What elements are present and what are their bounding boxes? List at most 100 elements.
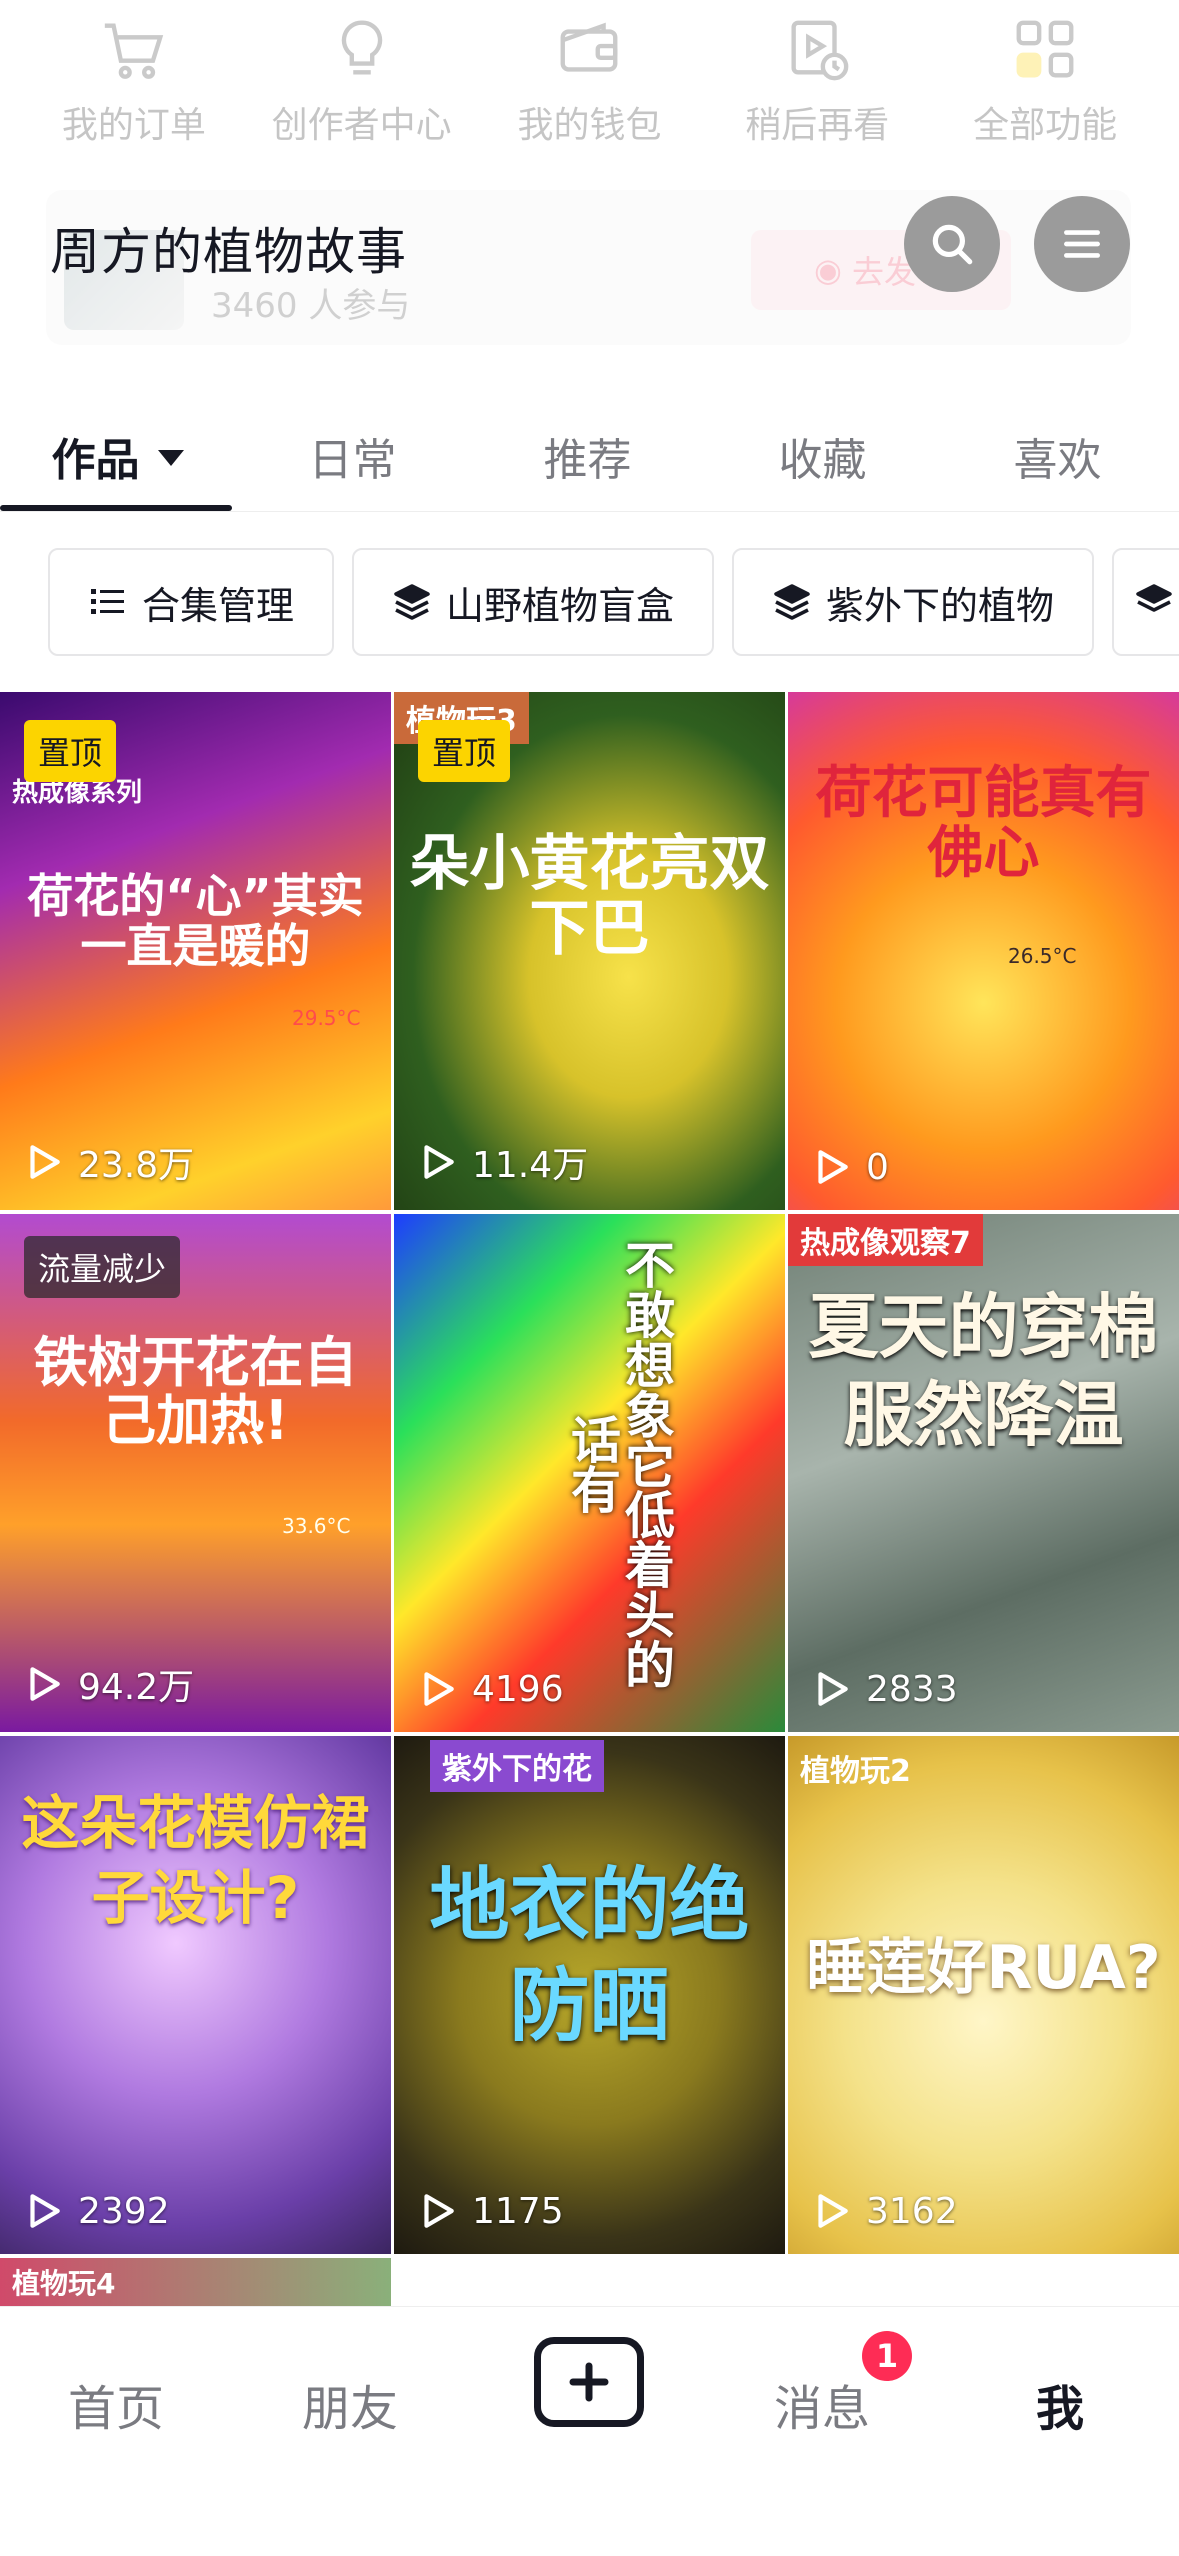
- video-thumbnail[interactable]: 植物玩2 睡莲好RUA? 3162: [788, 1736, 1179, 2254]
- quick-action-label: 我的订单: [61, 105, 206, 146]
- quick-action-label: 全部功能: [973, 105, 1118, 146]
- nav-home[interactable]: 首页: [68, 2369, 164, 2439]
- play-icon: [30, 2194, 60, 2228]
- menu-icon: [1064, 230, 1100, 258]
- play-icon: [424, 2194, 454, 2228]
- camera-icon: ◉: [814, 251, 842, 289]
- play-icon: [30, 1667, 60, 1701]
- play-icon: [818, 1150, 848, 1184]
- list-icon: [91, 589, 124, 614]
- search-button[interactable]: [904, 196, 1000, 292]
- profile-tabs: 作品 日常 推荐 收藏 喜欢: [0, 400, 1179, 512]
- quick-action-orders[interactable]: 我的订单: [29, 0, 239, 170]
- video-caption: 荷花可能真有佛心: [815, 761, 1152, 887]
- video-thumbnail[interactable]: 这朵花模仿裙子设计? 2392: [0, 1736, 391, 2254]
- tab-recommend[interactable]: 推荐: [470, 400, 705, 511]
- video-thumbnail[interactable]: 不敢想象它低着头的话有 4196: [394, 1214, 785, 1732]
- plus-icon: [569, 2362, 609, 2402]
- play-icon: [818, 2194, 848, 2228]
- collection-chips: 合集管理 山野植物盲盒 紫外下的植物: [48, 548, 1179, 656]
- play-icon: [424, 1145, 454, 1179]
- video-caption: 不敢想象它低着头的话有: [563, 1239, 675, 1689]
- play-count: 0: [810, 1146, 889, 1188]
- video-thumbnail[interactable]: 荷花可能真有佛心 26.5°C 0: [788, 692, 1179, 1210]
- play-count: 11.4万: [416, 1136, 588, 1188]
- play-count-value: 94.2万: [78, 1667, 195, 1708]
- video-thumbnail[interactable]: 热成像观察7 夏天的穿棉服然降温 2833: [788, 1214, 1179, 1732]
- play-count-value: 23.8万: [78, 1145, 195, 1186]
- chip-label: 合集管理: [142, 583, 295, 628]
- temperature-readout: 33.6°C: [282, 1514, 351, 1538]
- play-count-value: 3162: [866, 2190, 958, 2232]
- nav-friends[interactable]: 朋友: [302, 2369, 398, 2439]
- tab-daily[interactable]: 日常: [235, 400, 470, 511]
- tab-likes[interactable]: 喜欢: [940, 400, 1175, 511]
- tab-label: 推荐: [543, 434, 632, 486]
- play-count: 2833: [810, 1668, 958, 1710]
- tab-favorites[interactable]: 收藏: [705, 400, 940, 511]
- quick-action-label: 稍后再看: [745, 105, 890, 146]
- chip-more[interactable]: [1112, 548, 1179, 656]
- pinned-badge: 置顶: [418, 720, 511, 782]
- play-count: 4196: [416, 1668, 564, 1710]
- video-thumbnail[interactable]: 紫外下的花 地衣的绝防晒 1175: [394, 1736, 785, 2254]
- search-icon: [932, 224, 973, 265]
- play-count: 1175: [416, 2190, 564, 2232]
- play-count-value: 4196: [472, 1668, 564, 1710]
- quick-action-all-features[interactable]: 全部功能: [940, 0, 1150, 170]
- video-caption: 这朵花模仿裙子设计?: [21, 1789, 370, 1933]
- video-thumbnail[interactable]: 植物玩4: [0, 2258, 391, 2306]
- play-count-value: 2392: [78, 2190, 170, 2232]
- tab-label: 喜欢: [1013, 434, 1102, 486]
- quick-actions-row: 我的订单 创作者中心 我的钱包 稍后再看 全部功能: [0, 0, 1179, 170]
- quick-action-label: 我的钱包: [517, 105, 662, 146]
- nav-messages[interactable]: 消息: [774, 2369, 870, 2439]
- layers-icon: [774, 584, 810, 620]
- chip-uv-plants[interactable]: 紫外下的植物: [732, 548, 1095, 656]
- play-count: 23.8万: [22, 1136, 194, 1188]
- temperature-readout: 29.5°C: [292, 1006, 361, 1030]
- series-tag: 热成像观察7: [788, 1214, 983, 1266]
- lightbulb-icon: [341, 20, 382, 75]
- video-thumbnail[interactable]: 热成像系列 荷花的“心”其实一直是暖的 29.5°C 置顶 23.8万: [0, 692, 391, 1210]
- caret-down-icon: [157, 449, 184, 466]
- menu-button[interactable]: [1034, 196, 1130, 292]
- cart-icon: [104, 23, 164, 79]
- video-caption: 地衣的绝防晒: [429, 1859, 750, 2052]
- play-icon: [30, 1145, 60, 1179]
- video-caption: 睡莲好RUA?: [806, 1933, 1161, 2003]
- play-count: 3162: [810, 2190, 958, 2232]
- page-title: 周方的植物故事: [50, 223, 407, 281]
- layers-icon: [394, 584, 430, 620]
- tab-label: 收藏: [778, 434, 867, 486]
- traffic-reduced-badge: 流量减少: [24, 1236, 181, 1298]
- nav-me[interactable]: 我: [1036, 2369, 1084, 2439]
- watch-later-icon: [791, 20, 849, 81]
- circle-participant-count: 3460 人参与: [211, 286, 411, 326]
- video-caption: 铁树开花在自己加热!: [33, 1331, 358, 1453]
- play-count-value: 0: [866, 1146, 889, 1188]
- tab-label: 日常: [308, 434, 397, 486]
- wallet-icon: [561, 22, 618, 72]
- chip-collection-manage[interactable]: 合集管理: [48, 548, 335, 656]
- layers-icon: [1136, 584, 1172, 612]
- play-count: 2392: [22, 2190, 170, 2232]
- tab-works[interactable]: 作品: [0, 400, 235, 511]
- quick-action-watch-later[interactable]: 稍后再看: [712, 0, 922, 170]
- chip-label: 紫外下的植物: [826, 583, 1055, 628]
- quick-action-creator-center[interactable]: 创作者中心: [257, 0, 467, 170]
- quick-action-label: 创作者中心: [271, 105, 452, 146]
- series-tag: 紫外下的花: [430, 1740, 604, 1792]
- pinned-badge: 置顶: [24, 720, 117, 782]
- play-icon: [424, 1672, 454, 1706]
- tab-label: 作品: [51, 434, 140, 486]
- video-caption: 夏天的穿棉服然降温: [808, 1286, 1159, 1456]
- series-tag: 植物玩4: [12, 2267, 116, 2300]
- quick-action-wallet[interactable]: 我的钱包: [484, 0, 694, 170]
- chip-label: 山野植物盲盒: [446, 583, 675, 628]
- temperature-readout: 26.5°C: [1008, 944, 1077, 968]
- create-button[interactable]: [534, 2337, 644, 2427]
- video-thumbnail[interactable]: 植物玩3 朵小黄花亮双下巴 置顶 11.4万: [394, 692, 785, 1210]
- video-thumbnail[interactable]: 铁树开花在自己加热! 33.6°C 流量减少 94.2万: [0, 1214, 391, 1732]
- chip-mountain-plants[interactable]: 山野植物盲盒: [352, 548, 715, 656]
